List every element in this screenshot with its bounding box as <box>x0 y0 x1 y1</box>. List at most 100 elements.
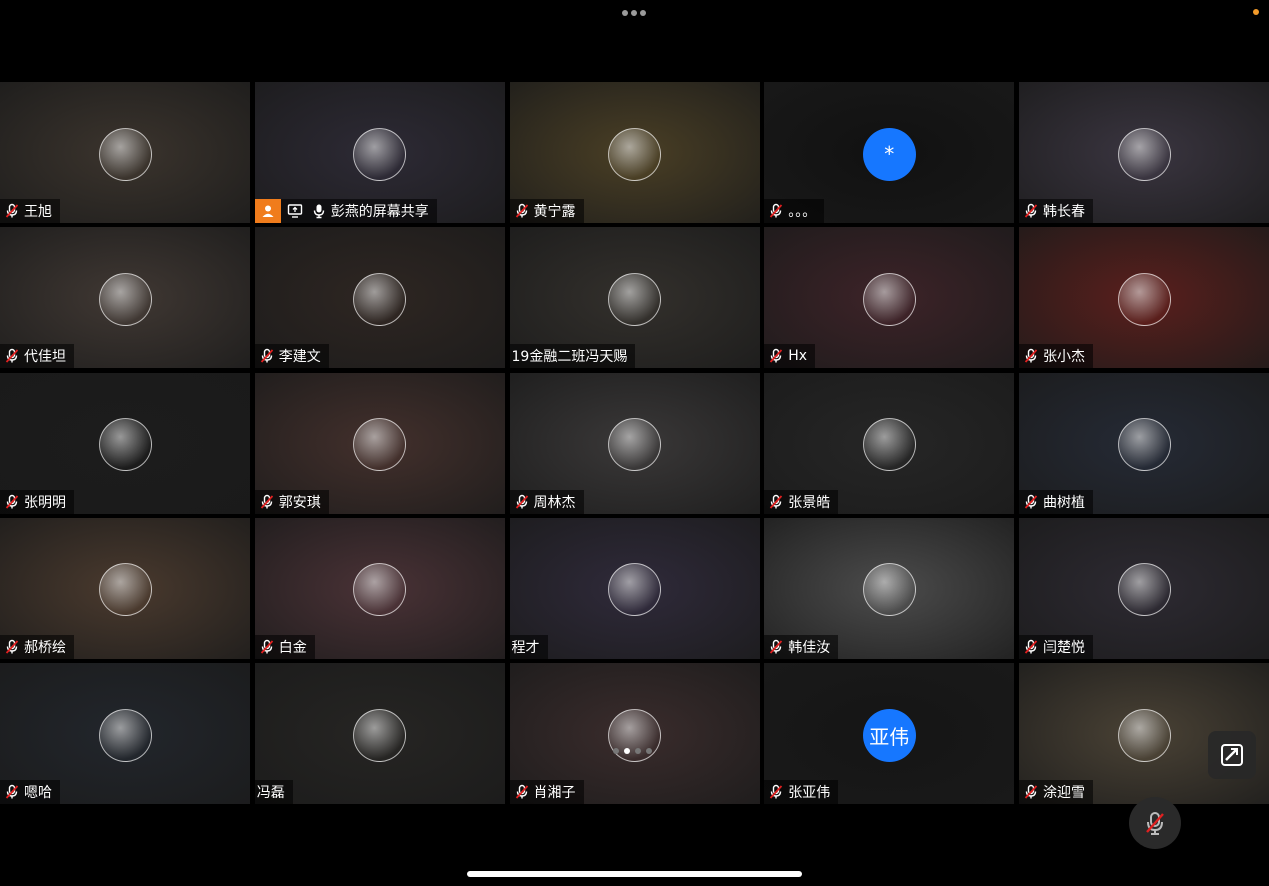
mic-muted-icon <box>4 348 20 364</box>
avatar <box>98 127 152 181</box>
participant-name: 肖湘子 <box>533 785 576 801</box>
participant-name-label: 嗯哈 <box>0 780 60 804</box>
participant-tile[interactable]: 张景皓 <box>764 372 1015 514</box>
page-dot[interactable] <box>646 748 652 754</box>
mic-muted-icon <box>1023 639 1039 655</box>
avatar <box>1117 563 1171 617</box>
participant-name: 王旭 <box>24 204 52 220</box>
participant-name-label: 彭燕的屏幕共享 <box>254 199 437 223</box>
participant-tile[interactable]: 亚伟张亚伟 <box>764 663 1015 804</box>
avatar <box>98 563 152 617</box>
mic-muted-icon <box>259 494 275 510</box>
mic-muted-icon <box>1023 784 1039 800</box>
participant-tile[interactable]: 嗯哈 <box>0 663 250 804</box>
page-indicator[interactable] <box>613 748 652 754</box>
avatar <box>862 418 916 471</box>
mic-muted-icon <box>1146 812 1164 835</box>
mic-muted-icon <box>259 639 275 655</box>
participant-tile[interactable]: Hx <box>764 227 1015 369</box>
participant-tile[interactable]: 代佳坦 <box>0 227 250 369</box>
participant-tile[interactable]: 李建文 <box>254 227 505 369</box>
participant-tile[interactable]: 张明明 <box>0 372 250 514</box>
participant-name: 张小杰 <box>1043 349 1085 366</box>
mic-muted-icon <box>514 494 530 510</box>
avatar <box>1117 418 1171 471</box>
screen-rotate-button[interactable] <box>1208 731 1256 779</box>
avatar <box>353 272 407 326</box>
participant-name-label: 曲树植 <box>1019 489 1093 514</box>
participant-grid: 王旭 彭燕的屏幕共享 黄宁露 * 。。。 韩长春代佳坦 李建文 19金融二班冯天赐 Hx 张小杰张… <box>0 82 1269 804</box>
avatar <box>608 418 661 471</box>
mute-toggle-button[interactable] <box>1129 797 1181 849</box>
participant-name-label: 涂迎雪 <box>1019 780 1093 804</box>
home-indicator[interactable] <box>467 871 802 877</box>
mic-muted-icon <box>768 348 784 364</box>
avatar-initials: 亚伟 <box>862 708 916 762</box>
participant-name: 涂迎雪 <box>1043 785 1085 801</box>
participant-tile[interactable]: 张小杰 <box>1019 227 1269 369</box>
avatar <box>1117 708 1171 762</box>
participant-tile[interactable]: 程才 <box>509 517 760 659</box>
participant-name: 程才 <box>511 639 540 656</box>
participant-tile[interactable]: 冯磊 <box>254 663 505 804</box>
page-dot[interactable] <box>624 748 630 754</box>
page-dot[interactable] <box>613 748 619 754</box>
participant-tile[interactable]: 王旭 <box>0 82 250 223</box>
participant-name: 。。。 <box>788 204 817 220</box>
top-more-dots[interactable] <box>622 9 648 17</box>
participant-tile[interactable]: 肖湘子 <box>509 663 760 804</box>
page-dot[interactable] <box>635 748 641 754</box>
avatar <box>608 563 661 617</box>
mic-muted-icon <box>1023 203 1039 219</box>
avatar <box>1117 272 1171 326</box>
participant-name-label: 王旭 <box>0 199 60 223</box>
avatar <box>608 272 661 326</box>
mic-muted-icon <box>1023 494 1039 510</box>
avatar <box>353 418 407 471</box>
participant-name-label: 郝桥绘 <box>0 634 74 659</box>
participant-tile[interactable]: 闫楚悦 <box>1019 517 1269 659</box>
participant-tile[interactable]: 韩佳汝 <box>764 517 1015 659</box>
mic-muted-icon <box>768 494 784 510</box>
participant-tile[interactable]: 韩长春 <box>1019 82 1269 223</box>
screen-share-icon <box>287 203 303 219</box>
participant-name-label: 白金 <box>254 634 315 659</box>
avatar <box>608 127 661 181</box>
participant-name: 李建文 <box>278 349 321 366</box>
participant-name: 周林杰 <box>533 494 576 511</box>
participant-name-label: 肖湘子 <box>509 780 584 804</box>
participant-name-label: 黄宁露 <box>509 199 584 223</box>
participant-tile[interactable]: 郭安琪 <box>254 372 505 514</box>
participant-tile[interactable]: 白金 <box>254 517 505 659</box>
participant-tile[interactable]: 黄宁露 <box>509 82 760 223</box>
participant-tile[interactable]: 彭燕的屏幕共享 <box>254 82 505 223</box>
participant-tile[interactable]: 周林杰 <box>509 372 760 514</box>
participant-name: 彭燕的屏幕共享 <box>330 204 429 220</box>
participant-tile[interactable]: 曲树植 <box>1019 372 1269 514</box>
participant-name-label: 张小杰 <box>1019 344 1093 369</box>
participant-name: 郭安琪 <box>278 494 321 511</box>
participant-name-label: 张亚伟 <box>764 780 839 804</box>
status-indicator-dot <box>1253 9 1259 15</box>
participant-name: 张亚伟 <box>788 785 831 801</box>
participant-name-label: 周林杰 <box>509 489 584 514</box>
participant-name: 张景皓 <box>788 494 831 511</box>
participant-tile[interactable]: 郝桥绘 <box>0 517 250 659</box>
mic-muted-icon <box>768 784 784 800</box>
participant-name-label: 闫楚悦 <box>1019 634 1093 659</box>
avatar <box>1117 127 1171 181</box>
participant-name-label: 郭安琪 <box>254 489 329 514</box>
participant-tile[interactable]: * 。。。 <box>764 82 1015 223</box>
participant-name: 韩长春 <box>1043 204 1085 220</box>
mic-muted-icon <box>4 203 20 219</box>
participant-name: 黄宁露 <box>533 204 576 220</box>
mic-muted-icon <box>768 203 784 219</box>
participant-tile[interactable]: 19金融二班冯天赐 <box>509 227 760 369</box>
participant-name: 曲树植 <box>1043 494 1085 511</box>
avatar <box>98 418 152 471</box>
participant-name-label: 程才 <box>509 634 548 659</box>
avatar <box>862 563 916 617</box>
participant-name-label: Hx <box>764 344 816 369</box>
mic-muted-icon <box>259 348 275 364</box>
participant-name: 郝桥绘 <box>24 639 66 656</box>
